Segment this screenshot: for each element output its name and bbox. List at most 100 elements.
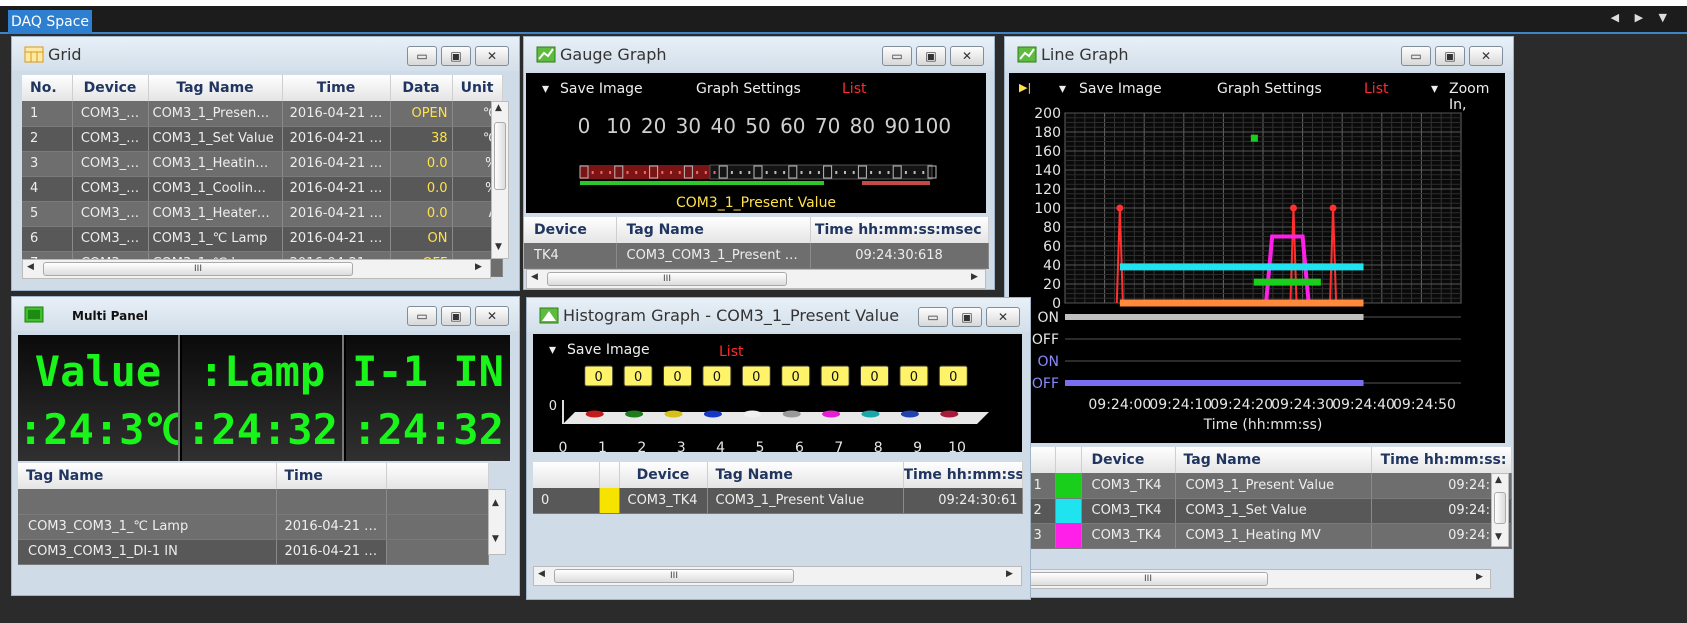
table-cell[interactable]: 2016-04-21 … — [282, 101, 391, 127]
hist-window-titlebar[interactable]: Histogram Graph - COM3_1_Present Value ▭… — [527, 298, 1030, 332]
table-row[interactable]: ⋮⋮⋮1COM3_TK4COM3_1_Present Value09:24:30 — [1005, 473, 1512, 499]
column-header[interactable]: Tag Name — [148, 75, 283, 101]
table-cell[interactable]: 4 — [22, 176, 73, 202]
table-row[interactable]: 6COM3_…COM3_1_℃ Lamp2016-04-21 …ON- — [22, 226, 503, 252]
table-cell[interactable]: OPEN — [390, 101, 453, 127]
table-cell[interactable]: COM3_TK4 — [1081, 523, 1176, 549]
save-image-button[interactable]: Save Image — [560, 81, 643, 97]
table-cell[interactable]: 3 — [1029, 523, 1056, 549]
minimize-button[interactable]: ▭ — [882, 46, 912, 66]
column-header[interactable]: Device — [1081, 447, 1176, 473]
table-cell[interactable]: 1 — [22, 101, 73, 127]
column-header[interactable]: Time — [282, 75, 391, 101]
table-cell[interactable]: COM3_1_℃ Lamp — [148, 226, 283, 252]
graph-settings-button[interactable]: Graph Settings — [696, 81, 801, 97]
minimize-button[interactable]: ▭ — [918, 307, 948, 327]
dropdown-icon[interactable]: ▾ — [549, 342, 556, 358]
scroll-up-icon[interactable]: ▲ — [495, 103, 502, 113]
restore-button[interactable]: ▣ — [1435, 46, 1465, 66]
scroll-left-icon[interactable]: ◀ — [27, 262, 34, 272]
table-cell[interactable]: COM3_1_Heatin… — [148, 151, 283, 177]
table-cell[interactable]: COM3_1_Coolin… — [148, 176, 283, 202]
table-cell[interactable]: COM3_… — [72, 151, 149, 177]
dropdown-icon[interactable]: ▾ — [542, 81, 549, 97]
table-cell[interactable]: 09:24:30 — [1371, 498, 1512, 524]
table-cell[interactable]: 09:24:30:618 — [810, 243, 989, 269]
column-header[interactable]: Tag Name — [18, 463, 277, 489]
table-cell[interactable]: 2016-04-21 … — [282, 201, 391, 227]
multi-vertical-scrollbar[interactable]: ▲ ▼ — [488, 489, 506, 555]
scroll-left-icon[interactable]: ◀ — [538, 569, 545, 579]
scroll-thumb[interactable]: III — [554, 569, 794, 583]
tab-daq-space[interactable]: DAQ Space — [8, 10, 92, 34]
table-cell[interactable]: ON — [390, 226, 453, 252]
table-cell[interactable]: COM3_1_Presen… — [148, 101, 283, 127]
table-cell[interactable]: COM3_COM3_1_DI-1 IN — [18, 539, 277, 565]
minimize-button[interactable]: ▭ — [1401, 46, 1431, 66]
table-cell[interactable]: 2 — [1029, 498, 1056, 524]
column-header[interactable]: Tag Name — [1175, 447, 1372, 473]
graph-settings-button[interactable]: Graph Settings — [1217, 81, 1322, 97]
table-row[interactable]: 4COM3_…COM3_1_Coolin…2016-04-21 …0.0% — [22, 176, 503, 202]
column-header[interactable]: Time hh:mm:ss: — [903, 462, 1023, 488]
column-header[interactable]: Time hh:mm:ss:msec — [810, 217, 989, 243]
hist-horizontal-scrollbar[interactable]: ◀ III ▶ — [533, 566, 1022, 586]
table-cell[interactable]: COM3_1_Present Value — [1175, 473, 1372, 499]
scroll-thumb[interactable]: III — [547, 272, 787, 286]
column-header[interactable]: Data — [390, 75, 453, 101]
column-header[interactable]: Device — [524, 217, 617, 243]
close-button[interactable]: ✕ — [986, 307, 1020, 327]
column-header[interactable]: No. — [22, 75, 73, 101]
table-row[interactable]: ⋮⋮⋮2COM3_TK4COM3_1_Set Value09:24:30 — [1005, 498, 1512, 524]
column-header[interactable]: Unit — [452, 75, 503, 101]
close-button[interactable]: ✕ — [1469, 46, 1503, 66]
table-row[interactable]: 2COM3_…COM3_1_Set Value2016-04-21 …38℃ — [22, 126, 503, 152]
table-cell[interactable]: COM3_TK4 — [619, 488, 708, 514]
save-image-button[interactable]: Save Image — [567, 342, 650, 358]
scroll-right-icon[interactable]: ▶ — [1006, 569, 1013, 579]
table-row[interactable]: 1COM3_…COM3_1_Presen…2016-04-21 …OPEN℃ — [22, 101, 503, 127]
table-row[interactable]: 5COM3_…COM3_1_Heater…2016-04-21 …0.0A — [22, 201, 503, 227]
table-row[interactable]: 3COM3_…COM3_1_Heatin…2016-04-21 …0.0% — [22, 151, 503, 177]
table-cell[interactable]: 2016-04-21 … — [282, 176, 391, 202]
tab-list[interactable]: List — [719, 344, 743, 360]
table-cell[interactable]: COM3_TK4 — [1081, 473, 1176, 499]
table-cell[interactable]: 2 — [22, 126, 73, 152]
table-cell[interactable]: 2016-04-21 … — [276, 539, 387, 565]
restore-button[interactable]: ▣ — [916, 46, 946, 66]
grid-vertical-scrollbar[interactable]: ▲ ▼ — [491, 101, 509, 259]
restore-button[interactable]: ▣ — [952, 307, 982, 327]
grid-window-titlebar[interactable]: Grid ▭ ▣ ✕ — [12, 37, 519, 71]
table-cell[interactable]: 0.0 — [390, 201, 453, 227]
column-header[interactable]: Device — [72, 75, 149, 101]
column-header[interactable]: Tag Name — [707, 462, 904, 488]
scroll-thumb[interactable] — [1494, 492, 1506, 524]
table-cell[interactable]: 2016-04-21 … — [282, 126, 391, 152]
tab-navigation-icon[interactable]: ◀ ▶ ▼ — [1611, 11, 1673, 24]
table-cell[interactable]: COM3_COM3_1_Present … — [616, 243, 811, 269]
table-row[interactable]: ⋮⋮⋮3COM3_TK4COM3_1_Heating MV09:24:30 — [1005, 523, 1512, 549]
close-button[interactable]: ✕ — [950, 46, 984, 66]
grid-horizontal-scrollbar[interactable]: ◀ III ▶ — [22, 259, 491, 279]
close-button[interactable]: ✕ — [475, 46, 509, 66]
table-cell[interactable]: COM3_1_Present Value — [707, 488, 904, 514]
scroll-right-icon[interactable]: ▶ — [1476, 572, 1483, 582]
table-cell[interactable]: COM3_1_Set Value — [1175, 498, 1372, 524]
table-cell[interactable]: 09:24:30 — [1371, 473, 1512, 499]
table-cell[interactable]: COM3_… — [72, 226, 149, 252]
dropdown-icon[interactable]: ▾ — [1431, 81, 1438, 97]
line-horizontal-scrollbar[interactable]: ◀ III ▶ — [1007, 569, 1491, 589]
gauge-horizontal-scrollbar[interactable]: ◀ III ▶ — [526, 269, 986, 289]
table-cell[interactable]: 1 — [1029, 473, 1056, 499]
scroll-thumb[interactable] — [494, 122, 506, 190]
scroll-up-icon[interactable]: ▲ — [1495, 475, 1502, 485]
scroll-right-icon[interactable]: ▶ — [475, 262, 482, 272]
table-cell[interactable]: COM3_TK4 — [1081, 498, 1176, 524]
line-window-titlebar[interactable]: Line Graph ▭ ▣ ✕ — [1005, 37, 1513, 71]
table-cell[interactable]: 3 — [22, 151, 73, 177]
minimize-button[interactable]: ▭ — [407, 306, 437, 326]
save-image-button[interactable]: Save Image — [1079, 81, 1162, 97]
column-header[interactable]: Tag Name — [616, 217, 811, 243]
play-icon[interactable]: ▶| — [1019, 81, 1031, 94]
table-cell[interactable]: COM3_1_Set Value — [148, 126, 283, 152]
